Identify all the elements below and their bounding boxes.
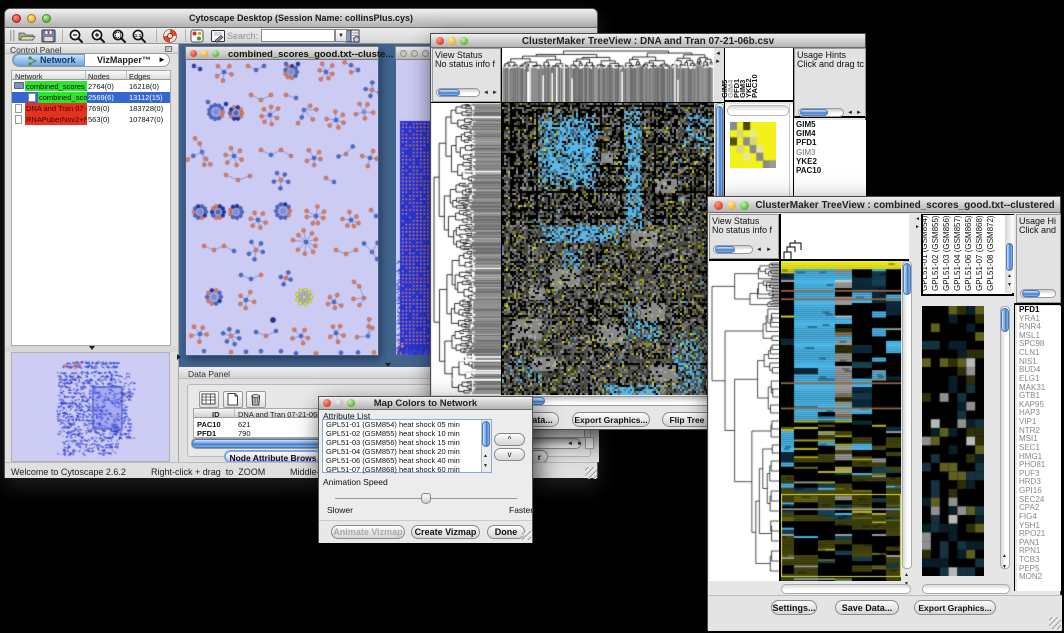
svg-text:1:1: 1:1	[135, 33, 142, 38]
